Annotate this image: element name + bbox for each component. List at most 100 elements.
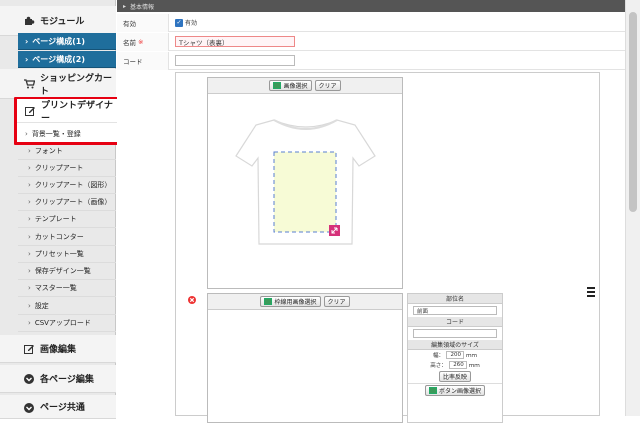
sidebar-item-label: クリップアート（図形） <box>34 181 112 189</box>
frame-image-panel: 枠線用画像選択 クリア <box>207 293 403 423</box>
width-label: 幅： <box>432 353 444 359</box>
image-select-label: 画像選択 <box>283 83 308 90</box>
sidebar-item-label: 背景一覧・登録 <box>31 129 81 138</box>
delete-icon[interactable] <box>188 289 196 308</box>
sidebar-print-designer-label: プリントデザイナー <box>41 100 113 124</box>
button-image-select-button[interactable]: ボタン画像選択 <box>424 385 485 396</box>
tshirt-image <box>235 119 376 245</box>
chevron-right-icon: › <box>28 233 31 241</box>
chevron-right-icon: › <box>28 284 31 292</box>
sidebar-item-preset-list[interactable]: › プリセット一覧 <box>18 246 116 263</box>
sidebar-module-header[interactable]: モジュール <box>0 6 116 36</box>
sidebar-page-common-label: ページ共通 <box>40 403 85 413</box>
sidebar-item-font[interactable]: › フォント <box>18 143 116 160</box>
sidebar-item-label: ページ構成(2) <box>32 54 86 64</box>
chevron-right-icon: › <box>28 319 31 327</box>
sidebar-print-designer[interactable]: プリントデザイナー <box>17 99 118 124</box>
sidebar-item-page-config-1[interactable]: › ページ構成(1) <box>18 33 116 50</box>
chevron-right-icon: › <box>28 302 31 310</box>
sidebar: モジュール › ページ構成(1) › ページ構成(2) ショッピングカート プリ… <box>0 0 121 419</box>
name-label-cell: 名前 ※ <box>117 32 169 51</box>
chevron-circle-down-icon <box>24 374 35 384</box>
chevron-right-icon: › <box>25 54 29 64</box>
sidebar-item-label: 保存デザイン一覧 <box>34 267 91 275</box>
sidebar-item-csv-upload[interactable]: › CSVアップロード <box>18 315 116 332</box>
name-label: 名前 <box>123 38 136 47</box>
product-image-panel: 画像選択 クリア <box>207 77 403 289</box>
chevron-right-icon: › <box>28 267 31 275</box>
sidebar-item-label: 設定 <box>34 302 49 310</box>
width-input[interactable]: 200 <box>446 351 464 359</box>
height-row: 高さ： 260 ｍｍ <box>408 360 502 370</box>
sidebar-item-label: クリップアート（画像） <box>34 198 112 206</box>
sidebar-item-master-list[interactable]: › マスター一覧 <box>18 280 116 297</box>
code-input[interactable] <box>175 55 295 66</box>
part-code-input[interactable] <box>413 329 497 338</box>
button-image-row: ボタン画像選択 <box>408 383 502 397</box>
chevron-circle-down-icon <box>24 403 35 413</box>
sidebar-shopping-cart[interactable]: ショッピングカート <box>0 69 116 99</box>
sidebar-shopping-cart-label: ショッピングカート <box>40 73 113 97</box>
sidebar-image-edit[interactable]: 画像編集 <box>0 335 116 363</box>
chevron-right-icon: › <box>28 250 31 258</box>
image-icon <box>428 387 437 394</box>
print-area <box>273 151 337 233</box>
part-settings-panel: 部位名 前面 コード 編集領域のサイズ 幅： 200 ｍｍ 高さ： 260 ｍｍ… <box>407 293 503 423</box>
page-scrollbar[interactable] <box>625 0 640 416</box>
part-name-cell: 前面 <box>408 304 502 317</box>
puzzle-icon <box>24 16 35 26</box>
sidebar-each-page-edit-label: 各ページ編集 <box>40 375 94 385</box>
sidebar-module-label: モジュール <box>40 17 85 27</box>
name-input[interactable]: Tシャツ（表裏） <box>175 36 295 47</box>
sidebar-item-clipart-shape[interactable]: › クリップアート（図形） <box>18 177 116 194</box>
clear-button[interactable]: クリア <box>314 80 341 91</box>
chevron-right-icon: › <box>28 147 31 155</box>
sidebar-page-common[interactable]: ページ共通 <box>0 395 116 419</box>
height-label: 高さ： <box>430 363 447 369</box>
sidebar-image-edit-label: 画像編集 <box>40 345 77 355</box>
button-image-select-label: ボタン画像選択 <box>438 388 481 395</box>
width-row: 幅： 200 ｍｍ <box>408 350 502 360</box>
sidebar-item-label: CSVアップロード <box>34 319 91 327</box>
enabled-checkbox[interactable]: ✓ <box>175 18 183 27</box>
ratio-apply-button[interactable]: 比率反映 <box>438 371 471 382</box>
chevron-right-icon: › <box>28 181 31 189</box>
frame-image-select-button[interactable]: 枠線用画像選択 <box>260 296 321 307</box>
sidebar-item-saved-designs[interactable]: › 保存デザイン一覧 <box>18 263 116 280</box>
chevron-right-icon: › <box>25 36 29 46</box>
code-label: コード <box>117 51 169 70</box>
sidebar-item-clipart-image[interactable]: › クリップアート（画像） <box>18 194 116 211</box>
sidebar-item-label: プリセット一覧 <box>34 250 84 258</box>
image-icon <box>264 298 273 305</box>
frame-image-select-label: 枠線用画像選択 <box>274 299 317 306</box>
cart-icon <box>24 79 36 89</box>
image-icon <box>273 82 282 89</box>
required-mark: ※ <box>138 37 144 46</box>
width-unit: ｍｍ <box>466 353 478 359</box>
sidebar-item-label: マスター一覧 <box>34 284 77 292</box>
sidebar-item-page-config-2[interactable]: › ページ構成(2) <box>18 51 116 68</box>
product-image-toolbar: 画像選択 クリア <box>208 78 402 94</box>
sidebar-item-cut-contour[interactable]: › カットコンター <box>18 229 116 246</box>
sidebar-item-background-list[interactable]: › 背景一覧・登録 <box>17 125 118 142</box>
sidebar-each-page-edit[interactable]: 各ページ編集 <box>0 365 116 393</box>
chevron-right-icon: › <box>25 129 28 138</box>
sidebar-item-label: テンプレート <box>34 215 77 223</box>
menu-handle-icon[interactable] <box>587 287 595 297</box>
scrollbar-thumb[interactable] <box>629 12 637 212</box>
enabled-row: 有効 ✓ 有効 <box>117 13 625 32</box>
sidebar-item-label: フォント <box>34 147 63 155</box>
frame-image-toolbar: 枠線用画像選択 クリア <box>208 294 402 310</box>
sidebar-item-label: カットコンター <box>34 233 84 241</box>
sidebar-item-settings[interactable]: › 設定 <box>18 298 116 315</box>
sidebar-item-template[interactable]: › テンプレート <box>18 211 116 228</box>
part-name-input[interactable]: 前面 <box>413 306 497 315</box>
image-select-button[interactable]: 画像選択 <box>269 80 312 91</box>
section-title: 基本情報 <box>130 3 155 11</box>
sidebar-item-clipart[interactable]: › クリップアート <box>18 160 116 177</box>
enabled-label: 有効 <box>117 13 169 32</box>
frame-clear-button[interactable]: クリア <box>323 296 350 307</box>
code-row: コード <box>117 51 625 70</box>
main-content: ▸ 基本情報 有効 ✓ 有効 名前 ※ Tシャツ（表裏） コード 画像選択 クリ… <box>117 0 625 423</box>
height-input[interactable]: 260 <box>448 361 467 369</box>
